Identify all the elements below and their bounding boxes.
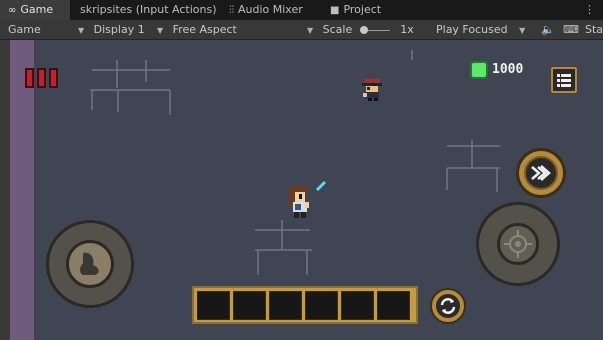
health-cell xyxy=(49,68,58,88)
aspect-dropdown[interactable]: ▼ Free Aspect xyxy=(157,20,237,39)
stats-label: Sta xyxy=(585,23,603,36)
chevron-down-icon: ▼ xyxy=(78,26,85,35)
inventory-slot[interactable] xyxy=(341,291,374,320)
audio-mixer-icon: ⫶⫶ xyxy=(229,5,234,16)
play-mode-dropdown[interactable]: Play Focused ▼ xyxy=(436,20,525,39)
display-dropdown[interactable]: ▼ Display 1 xyxy=(78,20,145,39)
list-icon xyxy=(557,74,571,87)
game-view-label: Game xyxy=(8,23,41,36)
inventory-slot[interactable] xyxy=(305,291,338,320)
menu-button[interactable] xyxy=(551,67,577,93)
display-label: Display 1 xyxy=(93,23,145,36)
folder-icon: ■ xyxy=(330,5,340,16)
inventory-slot[interactable] xyxy=(197,291,230,320)
speaker-icon: 🔈 xyxy=(541,23,555,36)
dash-button[interactable] xyxy=(516,148,566,198)
chevron-down-icon: ▼ xyxy=(307,26,314,35)
game-viewport[interactable]: 1000 xyxy=(0,40,603,340)
movement-joystick[interactable] xyxy=(46,220,134,308)
tab-project[interactable]: ■ Project xyxy=(330,0,381,20)
chevron-down-icon: ▼ xyxy=(157,26,164,35)
inventory-slot[interactable] xyxy=(233,291,266,320)
scale-slider-knob[interactable] xyxy=(359,26,368,34)
refresh-icon xyxy=(440,298,456,314)
editor-tab-bar: ∞ Game skripsites (Input Actions) ⫶⫶ Audio… xyxy=(0,0,603,20)
tab-game[interactable]: ∞ Game xyxy=(0,0,70,20)
mute-audio-button[interactable]: 🔈 xyxy=(541,20,555,39)
tab-game-label: Game xyxy=(20,3,54,16)
chevron-down-icon: ▼ xyxy=(519,26,526,35)
foot-icon xyxy=(80,252,99,275)
crosshair-icon xyxy=(504,230,532,258)
scale-label: Scale xyxy=(322,23,353,36)
gamepad-icon: ∞ xyxy=(8,5,17,16)
dash-inner xyxy=(524,156,558,190)
enemy-sprite xyxy=(362,79,382,101)
gem-icon xyxy=(470,61,488,79)
swap-weapon-button[interactable] xyxy=(430,288,466,324)
inventory-slot[interactable] xyxy=(269,291,302,320)
gem-count: 1000 xyxy=(492,62,524,77)
tab-audio-mixer[interactable]: ⫶⫶ Audio Mixer xyxy=(229,0,303,20)
play-mode-label: Play Focused xyxy=(436,23,508,36)
aim-joystick[interactable] xyxy=(476,202,560,286)
tab-input-actions-label: skripsites (Input Actions) xyxy=(80,3,217,16)
keyboard-shortcuts-button[interactable]: ⌨ xyxy=(563,20,579,39)
aspect-label: Free Aspect xyxy=(172,23,237,36)
tab-project-label: Project xyxy=(343,3,382,16)
scale-control[interactable]: ▼ Scale 1x xyxy=(307,20,414,39)
inventory-bar xyxy=(192,286,418,324)
tab-input-actions[interactable]: skripsites (Input Actions) xyxy=(80,0,217,20)
swap-inner xyxy=(436,294,460,318)
more-options-icon[interactable]: ⋮ xyxy=(584,0,595,20)
inventory-slot[interactable] xyxy=(377,291,410,320)
health-cell xyxy=(37,68,46,88)
joystick-knob[interactable] xyxy=(66,240,114,288)
keyboard-icon: ⌨ xyxy=(563,23,579,36)
scale-slider-track[interactable] xyxy=(367,29,390,31)
stats-button[interactable]: Sta xyxy=(585,20,603,39)
game-toolbar: Game ▼ Display 1 ▼ Free Aspect ▼ Scale 1… xyxy=(0,20,603,40)
player-sprite xyxy=(289,180,327,218)
dash-arrow-icon xyxy=(531,165,551,181)
aim-knob[interactable] xyxy=(497,223,539,265)
scale-value: 1x xyxy=(400,23,414,36)
tab-audio-mixer-label: Audio Mixer xyxy=(238,3,303,16)
health-cell xyxy=(25,68,34,88)
game-view-dropdown[interactable]: Game xyxy=(8,20,41,39)
